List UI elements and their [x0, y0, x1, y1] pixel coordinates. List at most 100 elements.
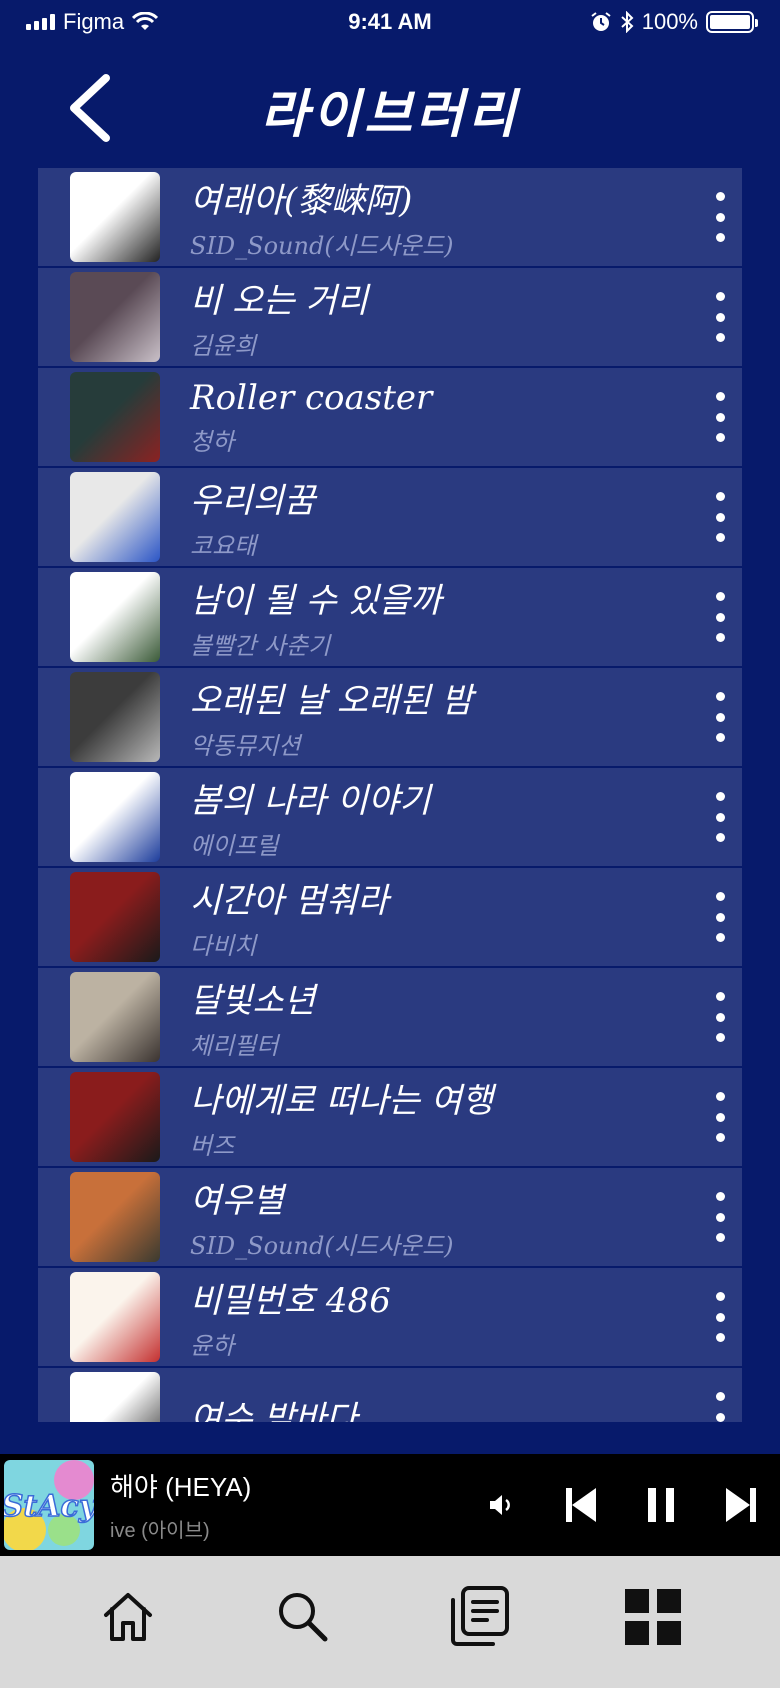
song-artist: 김윤희 [190, 332, 257, 360]
song-row[interactable]: 오래된 날 오래된 밤악동뮤지션 [38, 668, 742, 766]
song-artist: 에이프릴 [190, 832, 279, 860]
album-art[interactable] [70, 372, 160, 462]
now-playing-album-art[interactable]: StAcy [4, 1460, 94, 1550]
song-row[interactable]: 시간아 멈춰라 다비치 [38, 868, 742, 966]
tab-grid[interactable] [613, 1577, 693, 1657]
more-options-button[interactable] [710, 392, 730, 442]
song-artist: 악동뮤지션 [190, 732, 301, 760]
song-row[interactable]: 우리의꿈 코요태 [38, 468, 742, 566]
song-text: 시간아 멈춰라 다비치 [190, 873, 389, 961]
more-options-button[interactable] [710, 1292, 730, 1342]
song-title: 남이 될 수 있을까 [190, 581, 442, 621]
grid-icon [624, 1589, 681, 1645]
more-options-button[interactable] [710, 592, 730, 642]
song-text: 여래아(黎崍阿) SID_Sound(시드사운드) [190, 173, 453, 261]
more-options-button[interactable] [710, 692, 730, 742]
more-vertical-icon [715, 892, 725, 942]
more-vertical-icon [715, 1292, 725, 1342]
more-options-button[interactable] [710, 992, 730, 1042]
bluetooth-icon [621, 11, 634, 33]
song-row[interactable]: 달빛소년 체리필터 [38, 968, 742, 1066]
tab-home[interactable] [88, 1577, 168, 1657]
album-art[interactable] [70, 1072, 160, 1162]
song-row[interactable]: 나에게로 떠나는 여행 버즈 [38, 1068, 742, 1166]
album-art[interactable] [70, 1272, 160, 1362]
more-options-button[interactable] [710, 192, 730, 242]
more-options-button[interactable] [710, 1192, 730, 1242]
song-title: 오래된 날 오래된 밤 [190, 681, 473, 721]
song-list[interactable]: 여래아(黎崍阿) SID_Sound(시드사운드) 비 오는 거리김윤희 Roller… [38, 168, 742, 1422]
song-text: 봄의 나라 이야기에이프릴 [190, 773, 431, 861]
more-options-button[interactable] [710, 792, 730, 842]
song-title: 여수 밤바다 [190, 1398, 358, 1423]
song-row[interactable]: 비밀번호 486 윤하 [38, 1268, 742, 1366]
song-title: Roller coaster [190, 377, 433, 418]
album-art[interactable] [70, 572, 160, 662]
skip-forward-icon [726, 1488, 756, 1522]
search-icon [278, 1593, 327, 1642]
song-text: 비밀번호 486 윤하 [190, 1273, 391, 1361]
more-vertical-icon [715, 1392, 725, 1422]
album-art[interactable] [70, 172, 160, 262]
tab-search[interactable] [263, 1577, 343, 1657]
album-art[interactable] [70, 1172, 160, 1262]
more-options-button[interactable] [710, 492, 730, 542]
song-artist: 볼빨간 사춘기 [190, 632, 331, 660]
more-options-button[interactable] [710, 892, 730, 942]
album-art[interactable] [70, 772, 160, 862]
battery-percent: 100% [641, 9, 698, 34]
song-row[interactable]: 봄의 나라 이야기에이프릴 [38, 768, 742, 866]
song-artist: 청하 [190, 427, 235, 456]
song-row[interactable]: Roller coaster 청하 [38, 368, 742, 466]
song-text: 우리의꿈 코요태 [190, 473, 315, 561]
album-art[interactable] [70, 972, 160, 1062]
song-row[interactable]: 여수 밤바다 [38, 1368, 742, 1422]
more-options-button[interactable] [710, 292, 730, 342]
song-text: 여우별 SID_Sound(시드사운드) [190, 1173, 453, 1261]
playback-controls [478, 1480, 764, 1530]
battery-icon [706, 11, 758, 33]
song-title: 비 오는 거리 [190, 281, 369, 321]
song-text: 비 오는 거리김윤희 [190, 273, 368, 361]
pause-icon [648, 1488, 674, 1522]
song-artist: SID_Sound(시드사운드) [190, 232, 454, 260]
tab-library[interactable] [438, 1577, 518, 1657]
more-vertical-icon [715, 792, 725, 842]
song-title: 비밀번호 486 [190, 1281, 391, 1321]
album-art[interactable] [70, 472, 160, 562]
song-artist: 윤하 [190, 1332, 235, 1360]
pause-button[interactable] [638, 1480, 684, 1530]
more-vertical-icon [715, 992, 725, 1042]
now-playing-bar[interactable]: StAcy 해야 (HEYA) ive (아이브) [0, 1454, 780, 1556]
song-row[interactable]: 여우별 SID_Sound(시드사운드) [38, 1168, 742, 1266]
status-bar: Figma 9:41 AM 100% [0, 0, 780, 44]
album-art[interactable] [70, 872, 160, 962]
more-vertical-icon [715, 492, 725, 542]
signal-icon [26, 14, 55, 30]
song-row[interactable]: 여래아(黎崍阿) SID_Sound(시드사운드) [38, 168, 742, 266]
more-vertical-icon [715, 1092, 725, 1142]
now-playing-title: 해야 (HEYA) [110, 1472, 252, 1502]
song-artist: 다비치 [190, 932, 257, 960]
song-text: 달빛소년 체리필터 [190, 973, 315, 1061]
more-options-button[interactable] [710, 1092, 730, 1142]
song-title: 봄의 나라 이야기 [190, 781, 431, 821]
song-text: Roller coaster 청하 [190, 378, 432, 457]
now-playing-artist: ive (아이브) [110, 1520, 210, 1542]
more-options-button[interactable] [710, 1392, 730, 1422]
song-artist: SID_Sound(시드사운드) [190, 1232, 454, 1260]
volume-button[interactable] [478, 1480, 524, 1530]
song-text: 오래된 날 오래된 밤악동뮤지션 [190, 673, 473, 761]
album-art[interactable] [70, 272, 160, 362]
tab-bar [0, 1556, 780, 1688]
song-row[interactable]: 남이 될 수 있을까볼빨간 사춘기 [38, 568, 742, 666]
more-vertical-icon [715, 1192, 725, 1242]
album-art[interactable] [70, 1372, 160, 1422]
song-title: 여우별 [190, 1181, 284, 1221]
song-title: 우리의꿈 [190, 481, 316, 521]
library-icon [450, 1586, 509, 1646]
song-row[interactable]: 비 오는 거리김윤희 [38, 268, 742, 366]
previous-button[interactable] [558, 1480, 604, 1530]
next-button[interactable] [718, 1480, 764, 1530]
album-art[interactable] [70, 672, 160, 762]
